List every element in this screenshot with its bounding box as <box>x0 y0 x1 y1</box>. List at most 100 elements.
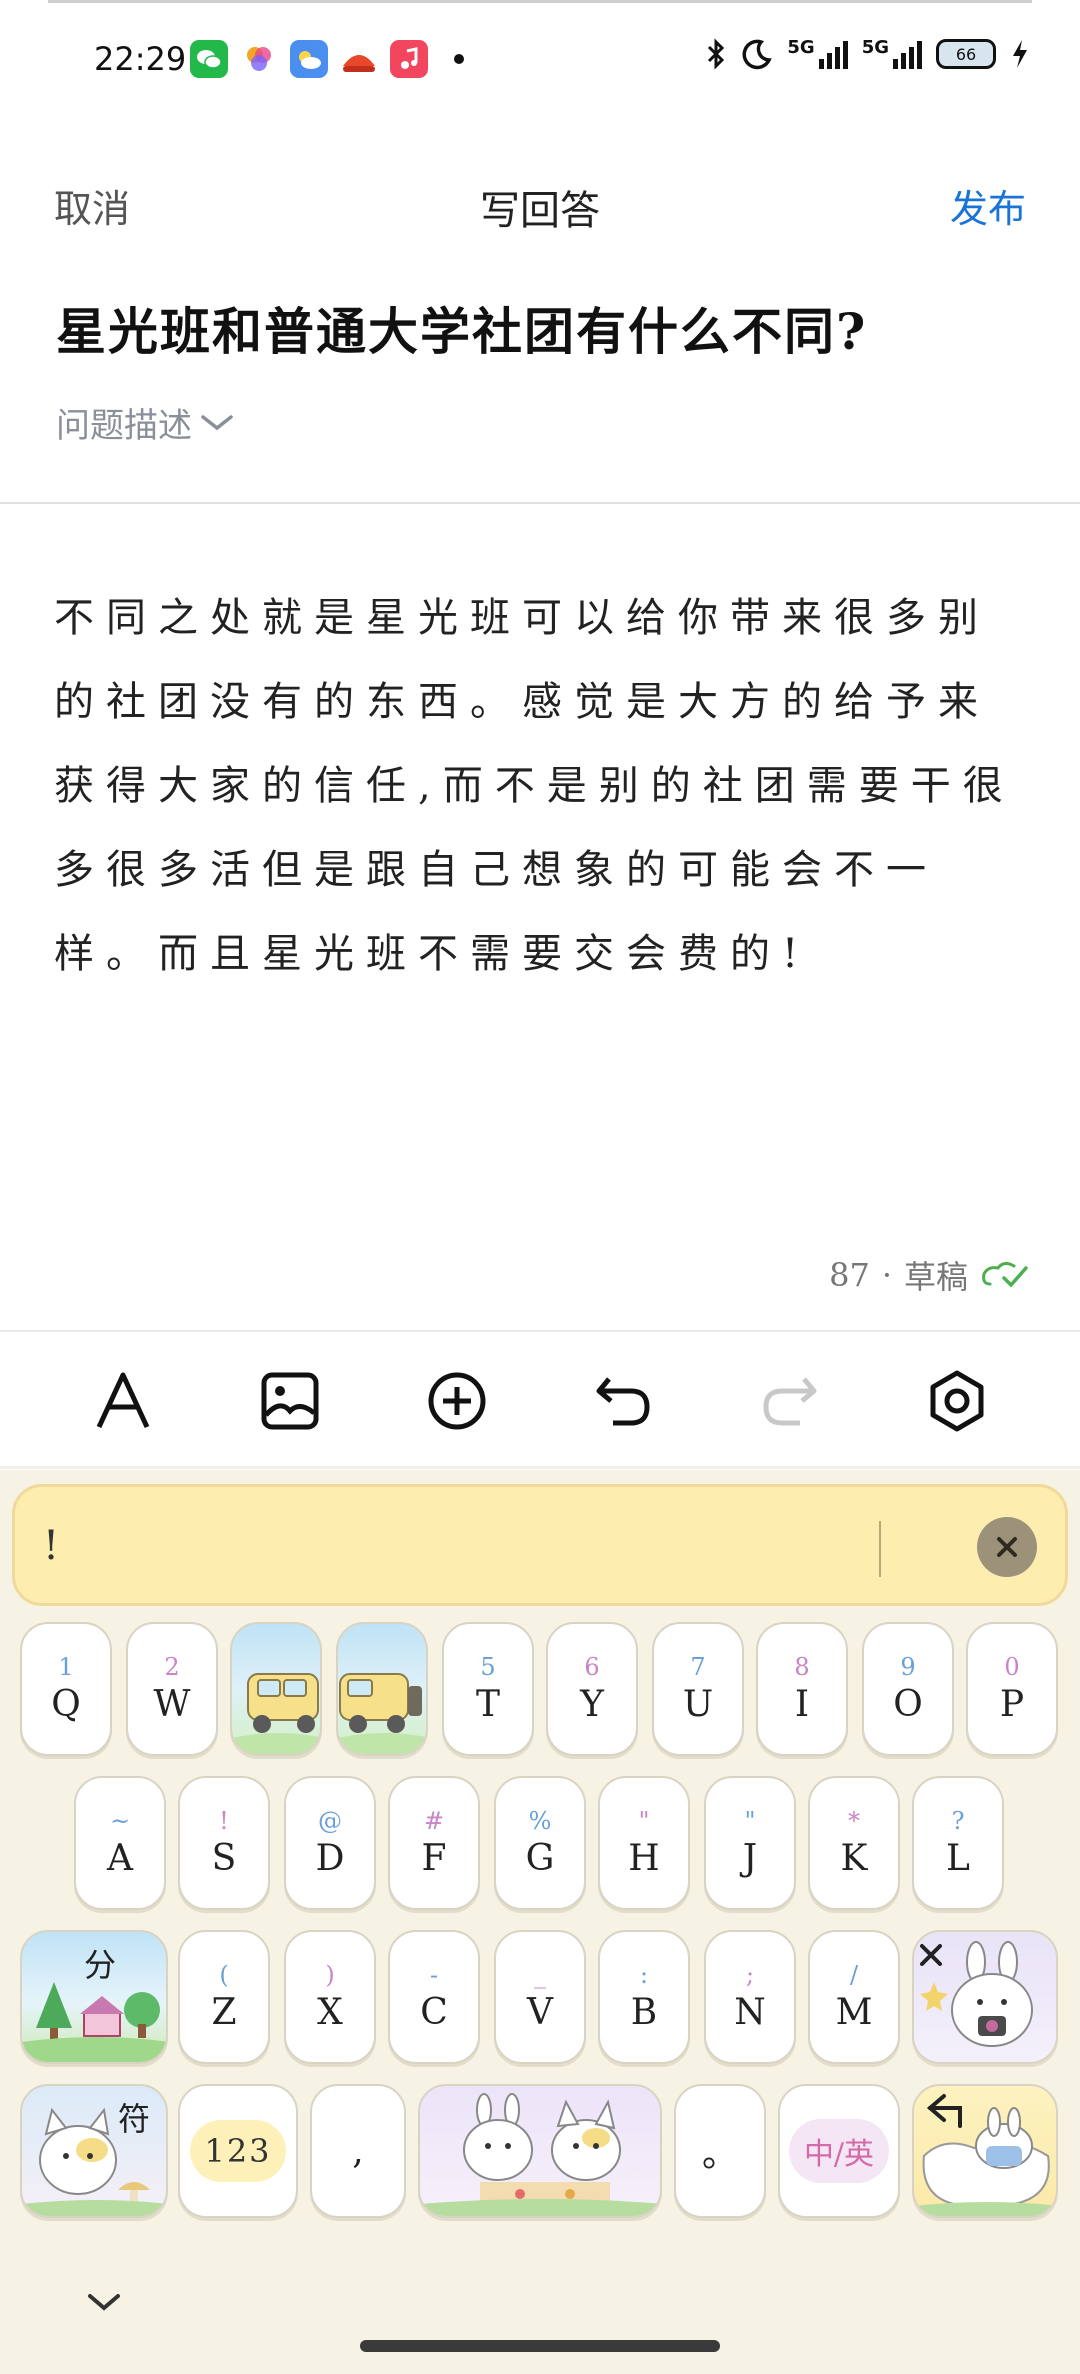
key-p-label: P <box>999 1683 1025 1725</box>
insert-more-button[interactable] <box>412 1356 502 1446</box>
key-w-label: W <box>153 1683 191 1725</box>
key-c-sub: - <box>429 1960 439 1989</box>
key-y[interactable]: 6 Y <box>546 1622 638 1756</box>
undo-button[interactable] <box>578 1356 668 1446</box>
weather-icon <box>290 40 328 78</box>
key-j[interactable]: " J <box>704 1776 796 1910</box>
key-w-sub: 2 <box>164 1652 180 1681</box>
number-key[interactable]: 123 <box>178 2084 298 2218</box>
status-indicators: 5G 5G 66 <box>705 38 1030 70</box>
answer-editor[interactable]: 不同之处就是星光班可以给你带来很多别的社团没有的东西。感觉是大方的给予来获得大家… <box>54 576 1029 996</box>
key-c[interactable]: - C <box>388 1930 480 2064</box>
comma-key-label: , <box>352 2130 364 2172</box>
key-q[interactable]: 1 Q <box>20 1622 112 1756</box>
space-key[interactable] <box>418 2084 662 2218</box>
signal-2: 5G <box>862 39 922 69</box>
key-o[interactable]: 9 O <box>862 1622 954 1756</box>
key-z-sub: ( <box>219 1960 229 1989</box>
close-icon <box>997 1537 1017 1557</box>
key-h-label: H <box>628 1837 660 1879</box>
key-b[interactable]: : B <box>598 1930 690 2064</box>
collapse-keyboard-button[interactable] <box>86 2290 122 2318</box>
enter-key[interactable] <box>912 2084 1058 2218</box>
key-e[interactable] <box>230 1622 322 1756</box>
number-key-label: 123 <box>204 2132 272 2170</box>
key-u-label: U <box>682 1683 714 1725</box>
key-p-sub: 0 <box>1004 1652 1020 1681</box>
yellow-car-front-icon <box>232 1673 320 1754</box>
key-y-label: Y <box>580 1683 604 1725</box>
key-y-sub: 6 <box>584 1652 600 1681</box>
key-i-label: I <box>794 1683 810 1725</box>
backspace-key[interactable] <box>912 1930 1058 2064</box>
battery-indicator: 66 <box>936 39 996 69</box>
key-u[interactable]: 7 U <box>652 1622 744 1756</box>
key-i-sub: 8 <box>794 1652 810 1681</box>
key-a-label: A <box>107 1837 133 1879</box>
bunnies-picnic-illustration <box>420 2093 660 2216</box>
key-o-sub: 9 <box>900 1652 916 1681</box>
language-key-pill: 中/英 <box>789 2119 889 2183</box>
text-format-icon <box>97 1372 150 1429</box>
draft-separator: · <box>881 1256 892 1294</box>
key-l[interactable]: ? L <box>912 1776 1004 1910</box>
key-d[interactable]: @ D <box>284 1776 376 1910</box>
red-app-icon <box>340 40 378 78</box>
do-not-disturb-moon-icon <box>742 39 773 70</box>
symbol-key[interactable]: 符 <box>20 2084 168 2218</box>
key-t[interactable]: 5 T <box>442 1622 534 1756</box>
bluetooth-icon <box>708 38 725 70</box>
key-s-sub: ! <box>219 1806 229 1835</box>
format-text-button[interactable] <box>78 1356 168 1446</box>
editor-settings-button[interactable] <box>912 1356 1002 1446</box>
key-x[interactable]: ) X <box>284 1930 376 2064</box>
key-f-label: F <box>421 1837 447 1879</box>
key-a[interactable]: ~ A <box>74 1776 166 1910</box>
key-n-label: N <box>734 1991 766 2033</box>
key-f[interactable]: # F <box>388 1776 480 1910</box>
question-title: 星光班和普通大学社团有什么不同? <box>56 302 868 361</box>
key-w[interactable]: 2 W <box>126 1622 218 1756</box>
home-indicator[interactable] <box>360 2340 720 2352</box>
language-switch-key[interactable]: 中/英 <box>778 2084 900 2218</box>
publish-button[interactable]: 发布 <box>950 178 1026 233</box>
key-l-sub: ? <box>951 1806 965 1835</box>
draft-status: 87 · 草稿 <box>829 1252 1030 1298</box>
key-j-sub: " <box>744 1806 756 1835</box>
key-f-sub: # <box>423 1806 445 1835</box>
key-i[interactable]: 8 I <box>756 1622 848 1756</box>
symbol-key-label: 符 <box>118 2100 151 2138</box>
key-m-sub: / <box>849 1960 859 1989</box>
redo-button[interactable] <box>745 1356 835 1446</box>
key-o-label: O <box>893 1683 923 1725</box>
music-icon <box>390 40 428 78</box>
candidate-bar[interactable]: ! <box>12 1484 1068 1606</box>
clear-candidate-button[interactable] <box>977 1517 1037 1577</box>
key-g[interactable]: % G <box>494 1776 586 1910</box>
comma-key[interactable]: , <box>310 2084 406 2218</box>
bunny-camera-illustration <box>920 1941 1033 2047</box>
key-q-sub: 1 <box>58 1652 74 1681</box>
key-k[interactable]: * K <box>808 1776 900 1910</box>
key-b-label: B <box>630 1991 658 2033</box>
key-m[interactable]: / M <box>808 1930 900 2064</box>
divider <box>0 1466 1080 1469</box>
yellow-car-back-icon <box>338 1673 426 1754</box>
key-p[interactable]: 0 P <box>966 1622 1058 1756</box>
key-z[interactable]: ( Z <box>178 1930 270 2064</box>
period-key[interactable]: 。 <box>674 2084 766 2218</box>
segment-key[interactable]: 分 <box>20 1930 168 2064</box>
insert-image-button[interactable] <box>245 1356 335 1446</box>
question-description-label: 问题描述 <box>56 406 192 446</box>
question-description-toggle[interactable]: 问题描述 <box>56 398 234 447</box>
candidate-text: ! <box>43 1523 60 1569</box>
key-v-label: V <box>527 1991 553 2033</box>
key-s[interactable]: ! S <box>178 1776 270 1910</box>
key-r[interactable] <box>336 1622 428 1756</box>
key-n[interactable]: ; N <box>704 1930 796 2064</box>
key-h[interactable]: " H <box>598 1776 690 1910</box>
more-notifications-dot <box>454 54 464 64</box>
image-icon <box>261 1372 319 1430</box>
key-v[interactable]: _ V <box>494 1930 586 2064</box>
colorful-app-icon <box>240 40 278 78</box>
